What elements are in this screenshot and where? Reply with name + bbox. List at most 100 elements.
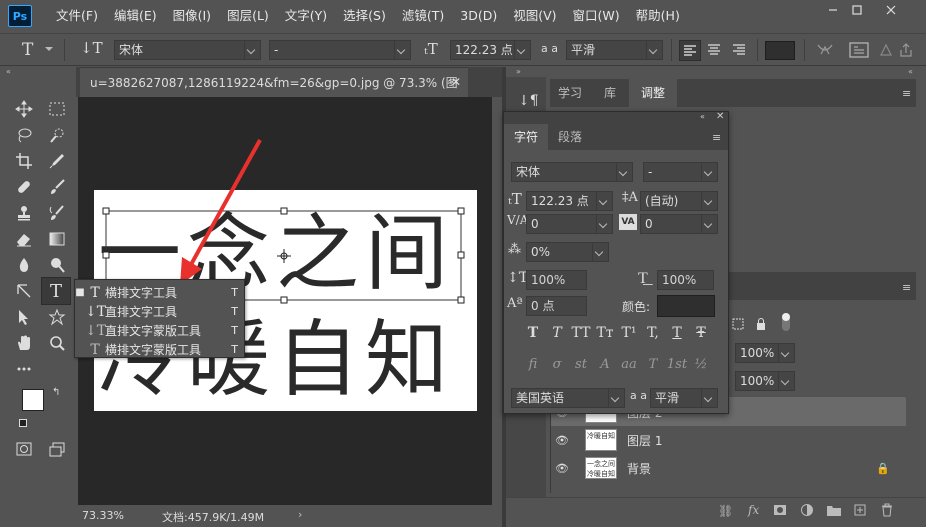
kerning-select[interactable]: 0 bbox=[526, 214, 613, 234]
custom-shape-tool-icon[interactable] bbox=[45, 305, 69, 329]
filter-toggle[interactable] bbox=[782, 313, 790, 331]
layer-row[interactable]: 👁 冷暖自知 图层 1 bbox=[551, 426, 906, 454]
dodge-tool-icon[interactable] bbox=[45, 253, 69, 277]
discretionary-ligatures-button[interactable]: st bbox=[570, 357, 592, 372]
collapse-character-panel-icon[interactable]: « bbox=[700, 112, 705, 121]
panel-tab-2[interactable]: 调整 bbox=[629, 79, 677, 107]
hand-tool-icon[interactable] bbox=[12, 331, 36, 355]
character-color-swatch[interactable] bbox=[657, 295, 715, 317]
layer-style-icon[interactable]: fx bbox=[748, 503, 759, 517]
toggle-character-panel-icon[interactable] bbox=[848, 41, 870, 62]
subscript-button[interactable]: T, bbox=[642, 325, 664, 341]
eyedropper-tool-icon[interactable] bbox=[45, 149, 69, 173]
panel-menu-icon[interactable]: ≡ bbox=[902, 87, 911, 100]
adjustment-layer-icon[interactable] bbox=[800, 503, 814, 520]
proportional-spacing-select[interactable]: 0% bbox=[526, 242, 609, 262]
underline-button[interactable]: T bbox=[666, 325, 688, 341]
baseline-shift-input[interactable]: 0 点 bbox=[526, 296, 587, 316]
font-style-select[interactable]: - bbox=[269, 40, 411, 60]
panel-tab-0[interactable]: 学习 bbox=[550, 79, 590, 107]
zoom-level[interactable]: 73.33% bbox=[82, 509, 124, 522]
lock-position-icon[interactable] bbox=[731, 317, 745, 334]
contextual-alternates-button[interactable]: σ bbox=[546, 357, 568, 372]
more-tools-icon[interactable] bbox=[12, 357, 36, 381]
titling-alternates-button[interactable]: T bbox=[642, 357, 664, 372]
menu-item-7[interactable]: 3D(D) bbox=[452, 0, 505, 32]
blur-tool-icon[interactable] bbox=[12, 253, 36, 277]
menu-item-2[interactable]: 图像(I) bbox=[165, 0, 219, 32]
close-window-button[interactable] bbox=[874, 0, 908, 20]
screen-mode-icon[interactable] bbox=[45, 437, 69, 461]
layer-name[interactable]: 图层 1 bbox=[627, 432, 662, 449]
horizontal-scale-input[interactable]: 100% bbox=[657, 270, 714, 290]
menu-item-8[interactable]: 视图(V) bbox=[505, 0, 564, 32]
fractions-button[interactable]: ½ bbox=[690, 357, 712, 372]
3d-icon[interactable] bbox=[877, 41, 895, 62]
lasso-tool-icon[interactable] bbox=[12, 123, 36, 147]
char-font-size-select[interactable]: 122.23 点 bbox=[526, 191, 613, 211]
ordinals-button[interactable]: 1st bbox=[666, 357, 688, 372]
tab-character[interactable]: 字符 bbox=[504, 123, 548, 151]
font-size-select[interactable]: 122.23 点 bbox=[450, 40, 531, 60]
document-tab[interactable]: u=3882627087,1286119224&fm=26&gp=0.jpg @… bbox=[80, 67, 468, 120]
all-caps-button[interactable]: TT bbox=[570, 325, 592, 341]
collapse-panels-icon[interactable]: « bbox=[908, 67, 913, 76]
menu-item-1[interactable]: 编辑(E) bbox=[106, 0, 165, 32]
crop-tool-icon[interactable] bbox=[12, 149, 36, 173]
status-menu-icon[interactable]: › bbox=[298, 508, 302, 521]
pen-tool-icon[interactable] bbox=[12, 279, 36, 303]
menu-item-3[interactable]: 图层(L) bbox=[219, 0, 277, 32]
default-colors-icon[interactable] bbox=[19, 419, 27, 427]
menu-item-4[interactable]: 文字(Y) bbox=[277, 0, 335, 32]
menu-item-9[interactable]: 窗口(W) bbox=[565, 0, 628, 32]
marquee-tool-icon[interactable] bbox=[45, 97, 69, 121]
toggle-text-orientation-icon[interactable]: ↓T bbox=[80, 39, 103, 57]
move-tool-icon[interactable] bbox=[12, 97, 36, 121]
lock-all-icon[interactable] bbox=[754, 317, 768, 334]
text-color-swatch[interactable] bbox=[765, 41, 795, 60]
clone-stamp-tool-icon[interactable] bbox=[12, 201, 36, 225]
collapse-iconic-dock-icon[interactable]: » bbox=[516, 67, 521, 76]
fill-select[interactable]: 100% bbox=[735, 371, 795, 391]
paragraph-icon[interactable]: ↓¶ bbox=[518, 93, 539, 109]
link-layers-icon[interactable]: ⛓ bbox=[718, 504, 733, 518]
char-font-style-select[interactable]: - bbox=[643, 162, 718, 182]
delete-layer-icon[interactable] bbox=[880, 503, 894, 520]
flyout-item-1[interactable]: ↓T 直排文字工具 T bbox=[75, 302, 246, 321]
menu-item-5[interactable]: 选择(S) bbox=[335, 0, 394, 32]
type-tool-icon[interactable]: T bbox=[41, 277, 71, 305]
font-family-select[interactable]: 宋体 bbox=[114, 40, 261, 60]
quick-selection-tool-icon[interactable] bbox=[45, 123, 69, 147]
strikethrough-button[interactable]: Ŧ bbox=[690, 325, 712, 341]
close-document-icon[interactable]: ✕ bbox=[451, 75, 461, 89]
language-select[interactable]: 美国英语 bbox=[511, 388, 625, 408]
menu-item-0[interactable]: 文件(F) bbox=[48, 0, 106, 32]
visibility-eye-icon[interactable]: 👁 bbox=[551, 462, 573, 475]
stylistic-alternates-button[interactable]: aa bbox=[618, 357, 640, 372]
leading-select[interactable]: (自动) bbox=[640, 191, 718, 211]
faux-bold-button[interactable]: T bbox=[522, 325, 544, 341]
align-center-button[interactable] bbox=[704, 40, 726, 61]
swap-colors-icon[interactable]: ↰ bbox=[52, 387, 60, 398]
char-font-family-select[interactable]: 宋体 bbox=[511, 162, 633, 182]
path-selection-tool-icon[interactable] bbox=[12, 305, 36, 329]
flyout-item-0[interactable]: ■ T 横排文字工具 T bbox=[75, 283, 246, 302]
superscript-button[interactable]: T¹ bbox=[618, 325, 640, 341]
warp-text-icon[interactable] bbox=[815, 41, 835, 62]
maximize-button[interactable] bbox=[840, 0, 874, 20]
type-tool-preset-icon[interactable]: T bbox=[22, 40, 33, 60]
brush-tool-icon[interactable] bbox=[45, 175, 69, 199]
antialias-select[interactable]: 平滑 bbox=[566, 40, 663, 60]
collapse-toolbar-icon[interactable]: « bbox=[6, 67, 76, 77]
flyout-item-2[interactable]: ↓T 直排文字蒙版工具 T bbox=[75, 321, 246, 340]
foreground-color-swatch[interactable] bbox=[22, 389, 44, 411]
align-left-button[interactable] bbox=[679, 40, 701, 61]
new-group-icon[interactable] bbox=[826, 503, 842, 520]
layers-panel-menu-icon[interactable]: ≡ bbox=[902, 281, 911, 294]
char-antialias-select[interactable]: 平滑 bbox=[650, 388, 718, 408]
healing-brush-tool-icon[interactable] bbox=[12, 175, 36, 199]
visibility-eye-icon[interactable]: 👁 bbox=[551, 434, 573, 447]
menu-item-6[interactable]: 滤镜(T) bbox=[394, 0, 452, 32]
gradient-tool-icon[interactable] bbox=[45, 227, 69, 251]
add-mask-icon[interactable] bbox=[773, 503, 787, 520]
